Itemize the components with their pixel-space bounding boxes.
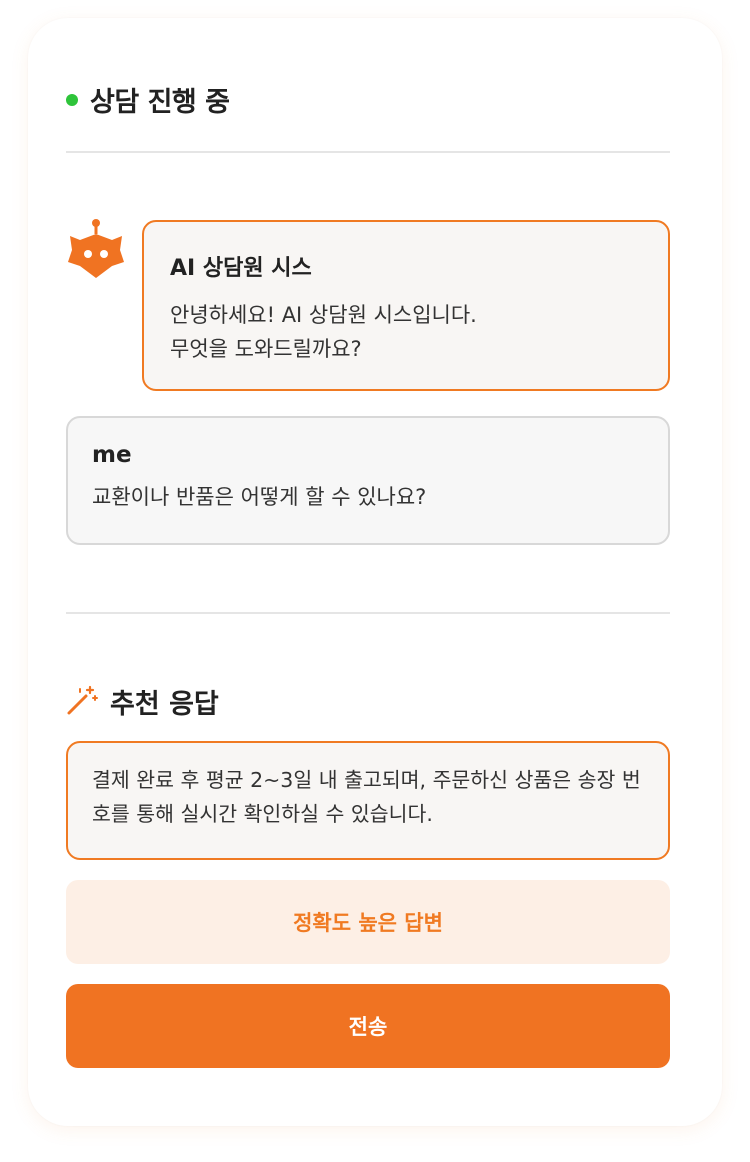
recommendation-header: 추천 응답 [66,682,219,721]
user-name: me [92,442,132,468]
status-indicator-dot [66,93,78,106]
user-message-text: 교환이나 반품은 어떻게 할 수 있나요? [92,485,427,509]
consultation-status: 상담 진행 중 [66,80,230,119]
send-button[interactable]: 전송 [66,984,670,1068]
header-divider [66,151,670,153]
section-divider [66,612,670,614]
bot-name: AI 상담원 시스 [170,256,312,281]
recommendation-title: 추천 응답 [110,689,219,720]
robot-icon [64,218,128,282]
recommended-response[interactable]: 결제 완료 후 평균 2~3일 내 출고되며, 주문하신 상품은 송장 번호를 … [66,741,670,860]
bot-message-bubble: AI 상담원 시스 안녕하세요! AI 상담원 시스입니다. 무엇을 도와드릴까… [142,220,670,391]
user-message-bubble: me 교환이나 반품은 어떻게 할 수 있나요? [66,416,670,545]
chat-panel: 상담 진행 중 AI 상담원 시스 안녕하세요! AI 상담원 시스입니다. 무… [28,18,722,1126]
status-label: 상담 진행 중 [90,87,230,118]
magic-wand-icon [66,684,98,720]
accuracy-answer-button[interactable]: 정확도 높은 답변 [66,880,670,964]
bot-message-text: 안녕하세요! AI 상담원 시스입니다. 무엇을 도와드릴까요? [170,303,477,361]
